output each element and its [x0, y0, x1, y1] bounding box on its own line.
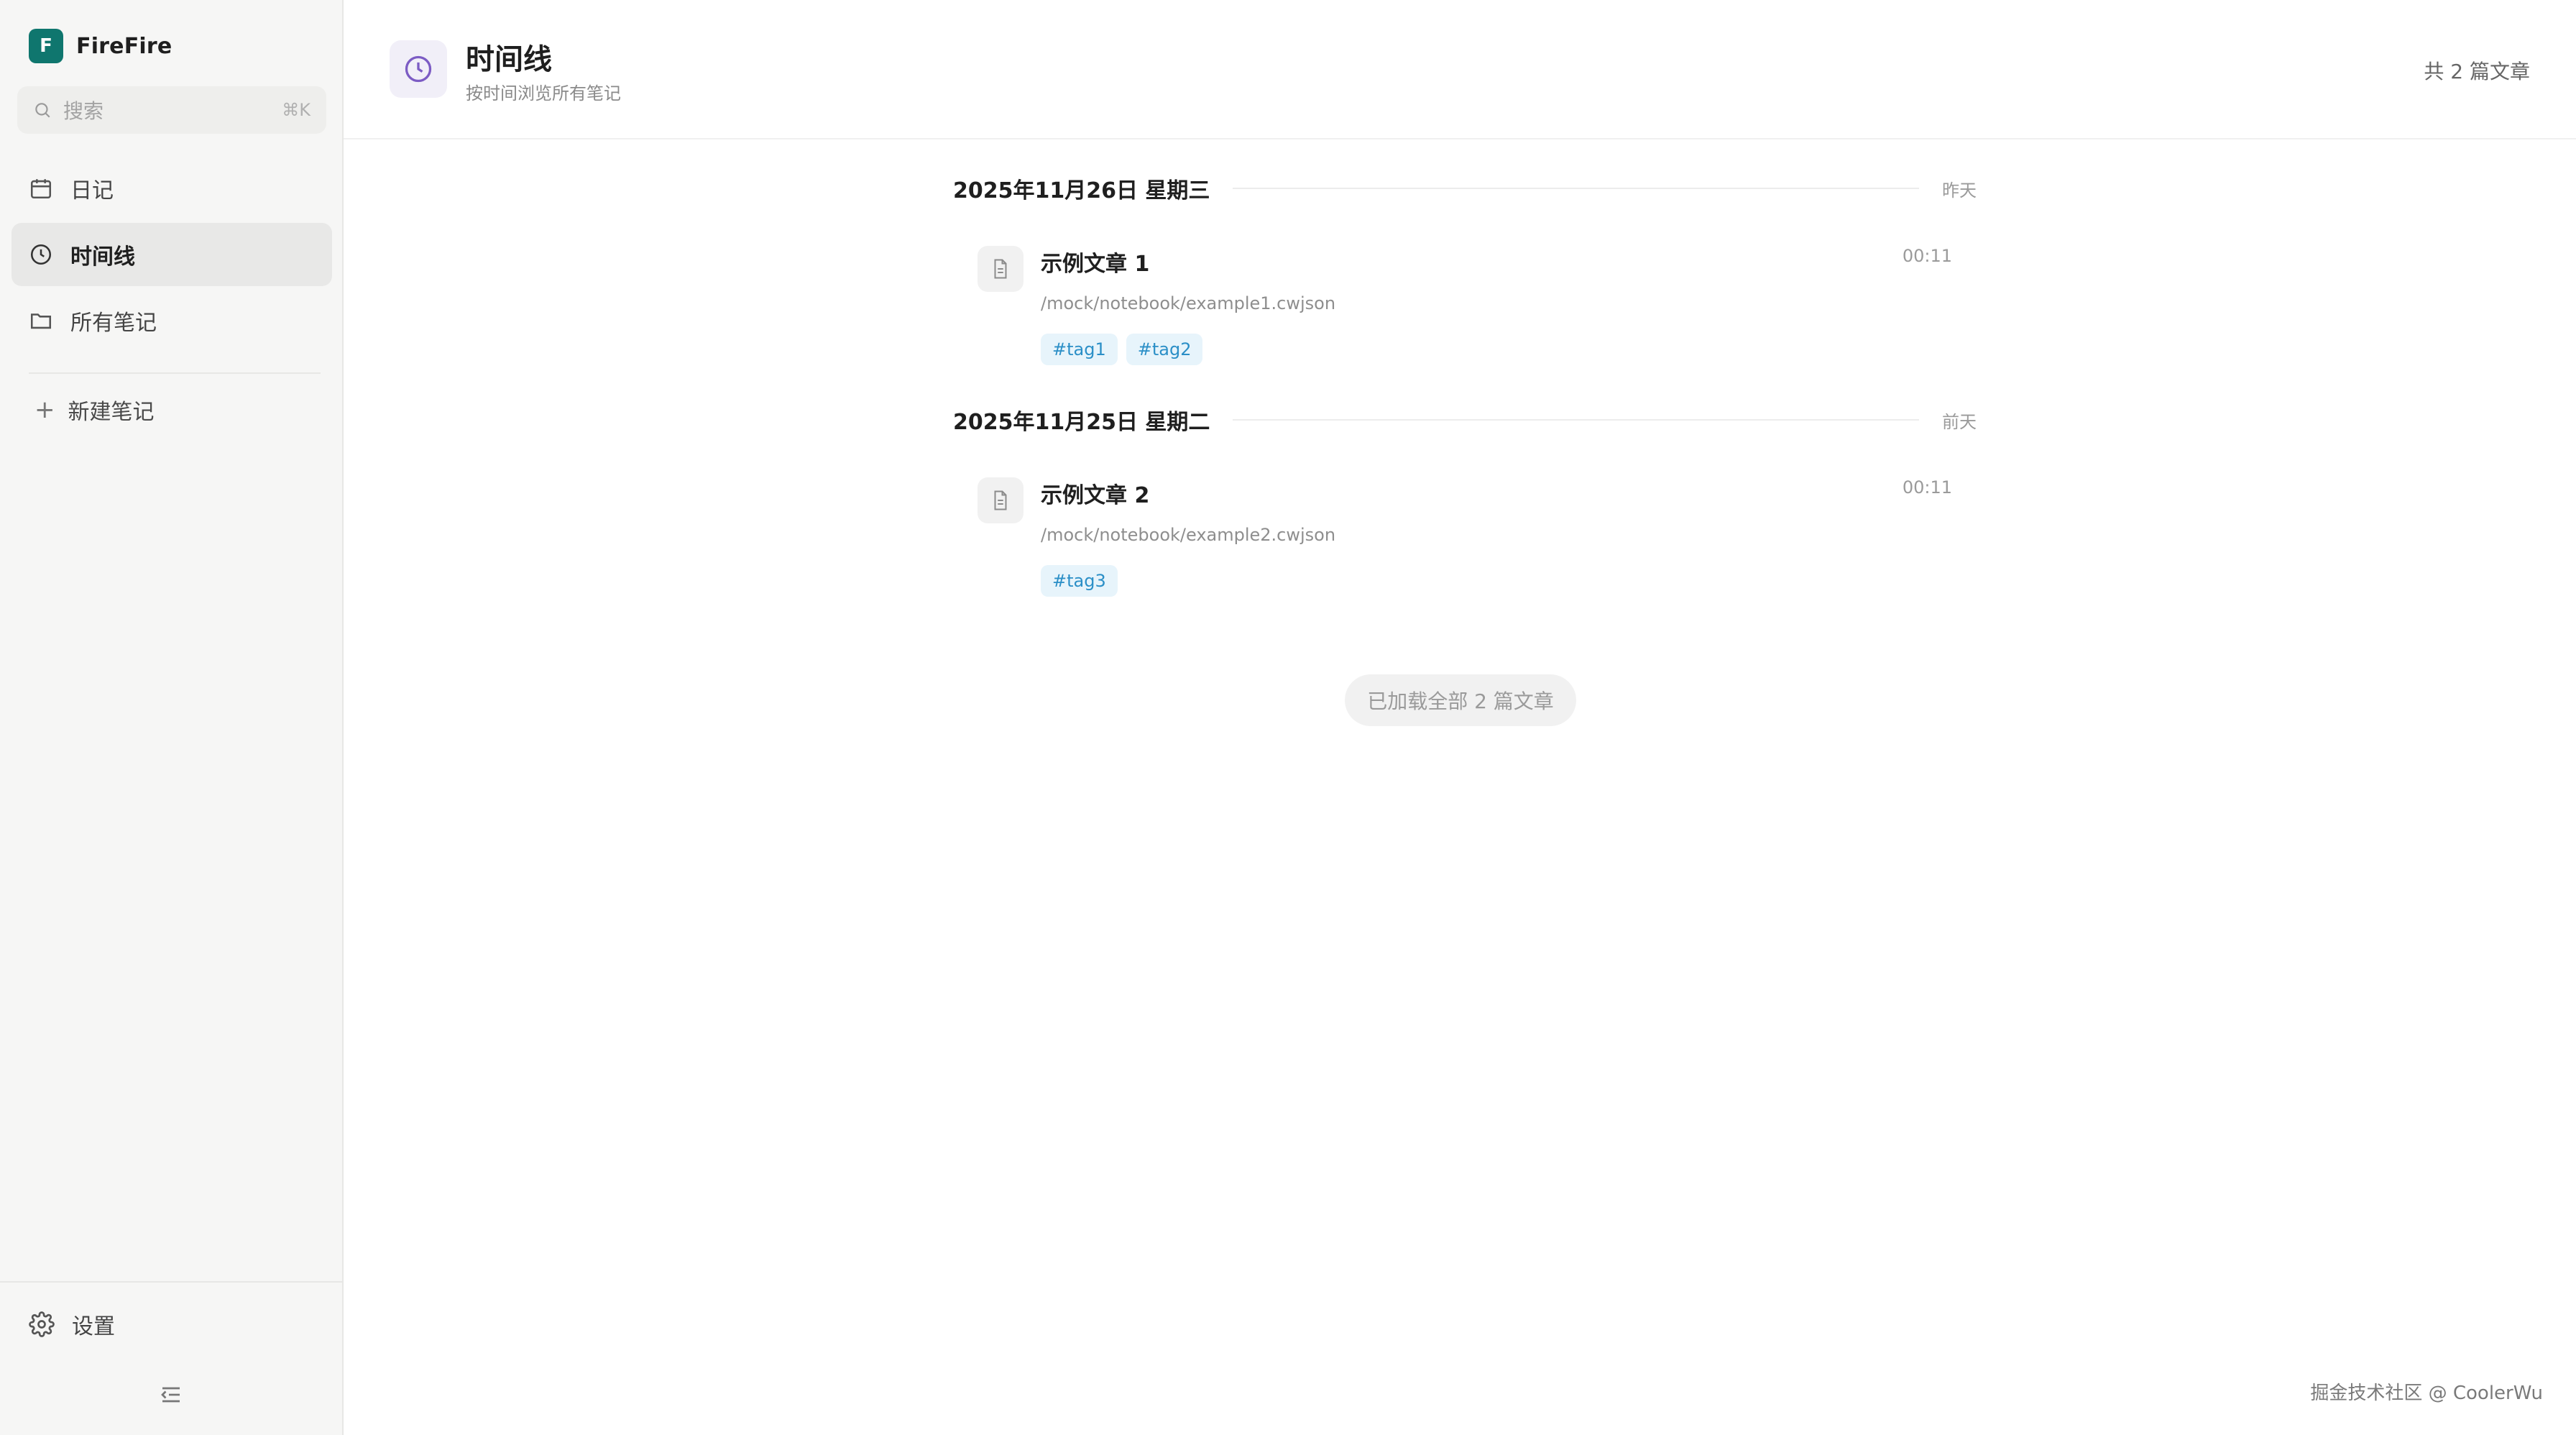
date-label: 2025年11月25日 星期二 — [953, 410, 1210, 435]
search-icon — [35, 103, 50, 118]
article-count: 共 2 篇文章 — [2424, 60, 2530, 83]
brand-name: FireFire — [76, 33, 172, 59]
timeline-entry[interactable]: 示例文章 1 00:11 /mock/notebook/example1.cwj… — [953, 246, 1977, 368]
timeline: 2025年11月26日 星期三 昨天 示例文章 1 00:11 /mock/no… — [953, 170, 1977, 633]
page-subtitle: 按时间浏览所有笔记 — [466, 83, 621, 104]
date-group: 2025年11月26日 星期三 昨天 示例文章 1 00:11 /mock/no… — [953, 170, 1977, 368]
sidebar-item-diary[interactable]: 日记 — [12, 157, 332, 220]
timeline-entry[interactable]: 示例文章 2 00:11 /mock/notebook/example2.cwj… — [953, 477, 1977, 600]
page-icon — [390, 40, 447, 98]
collapse-sidebar-button[interactable] — [158, 1382, 184, 1408]
search-placeholder: 搜索 — [63, 99, 104, 123]
date-group: 2025年11月25日 星期二 前天 示例文章 2 00:11 /mock/no… — [953, 401, 1977, 600]
sidebar-bottom-divider — [0, 1281, 344, 1283]
clock-icon — [30, 244, 52, 265]
entry-path: /mock/notebook/example2.cwjson — [1041, 525, 1336, 545]
calendar-icon — [30, 179, 52, 199]
entry-path: /mock/notebook/example1.cwjson — [1041, 293, 1336, 313]
entry-title: 示例文章 2 — [1041, 483, 1150, 508]
brand[interactable]: F FireFire — [29, 29, 172, 63]
clock-icon — [405, 55, 432, 83]
gear-icon — [29, 1311, 55, 1337]
page-title: 时间线 — [466, 43, 552, 76]
plus-icon: + — [34, 395, 55, 424]
date-header: 2025年11月25日 星期二 前天 — [953, 401, 1977, 439]
date-header: 2025年11月26日 星期三 昨天 — [953, 170, 1977, 207]
tag[interactable]: #tag3 — [1041, 565, 1118, 597]
sidebar-nav: 日记 时间线 所有笔记 — [12, 157, 332, 355]
sidebar-item-timeline[interactable]: 时间线 — [12, 223, 332, 286]
sidebar: F FireFire 搜索 ⌘K 日记 时间线 所有笔记 + 新建笔记 设置 — [0, 0, 344, 1435]
settings-button[interactable]: 设置 — [29, 1308, 115, 1340]
main-area: 时间线 按时间浏览所有笔记 共 2 篇文章 2025年11月26日 星期三 昨天 — [344, 0, 2576, 1435]
entry-title: 示例文章 1 — [1041, 252, 1150, 277]
relative-date: 昨天 — [1942, 180, 1977, 201]
settings-label: 设置 — [72, 1314, 115, 1339]
document-icon — [978, 246, 1024, 292]
sidebar-item-all-notes[interactable]: 所有笔记 — [12, 289, 332, 352]
sidebar-item-label: 所有笔记 — [70, 311, 157, 336]
sidebar-divider — [29, 372, 321, 374]
tag[interactable]: #tag2 — [1126, 334, 1203, 365]
sidebar-item-label: 日记 — [70, 178, 114, 203]
page-header: 时间线 按时间浏览所有笔记 共 2 篇文章 — [344, 0, 2576, 139]
search-shortcut: ⌘K — [282, 100, 310, 120]
date-divider — [1233, 188, 1919, 189]
entry-time: 00:11 — [1902, 246, 1952, 266]
new-note-label: 新建笔记 — [68, 400, 155, 425]
watermark: 掘金技术社区 @ CoolerWu — [2310, 1383, 2543, 1404]
new-note-button[interactable]: + 新建笔记 — [34, 394, 155, 426]
relative-date: 前天 — [1942, 411, 1977, 432]
search-input[interactable]: 搜索 ⌘K — [17, 86, 326, 134]
app-window: F FireFire 搜索 ⌘K 日记 时间线 所有笔记 + 新建笔记 设置 时… — [0, 0, 2576, 1435]
document-icon — [978, 477, 1024, 523]
date-divider — [1233, 419, 1919, 421]
collapse-icon — [161, 1387, 180, 1403]
folder-icon — [30, 313, 52, 329]
brand-logo: F — [29, 29, 63, 63]
entry-tags: #tag1 #tag2 — [1041, 334, 1977, 365]
date-label: 2025年11月26日 星期三 — [953, 178, 1210, 203]
sidebar-item-label: 时间线 — [70, 244, 135, 270]
entry-time: 00:11 — [1902, 477, 1952, 498]
entry-tags: #tag3 — [1041, 565, 1977, 597]
all-loaded-indicator: 已加载全部 2 篇文章 — [1345, 674, 1576, 726]
tag[interactable]: #tag1 — [1041, 334, 1118, 365]
